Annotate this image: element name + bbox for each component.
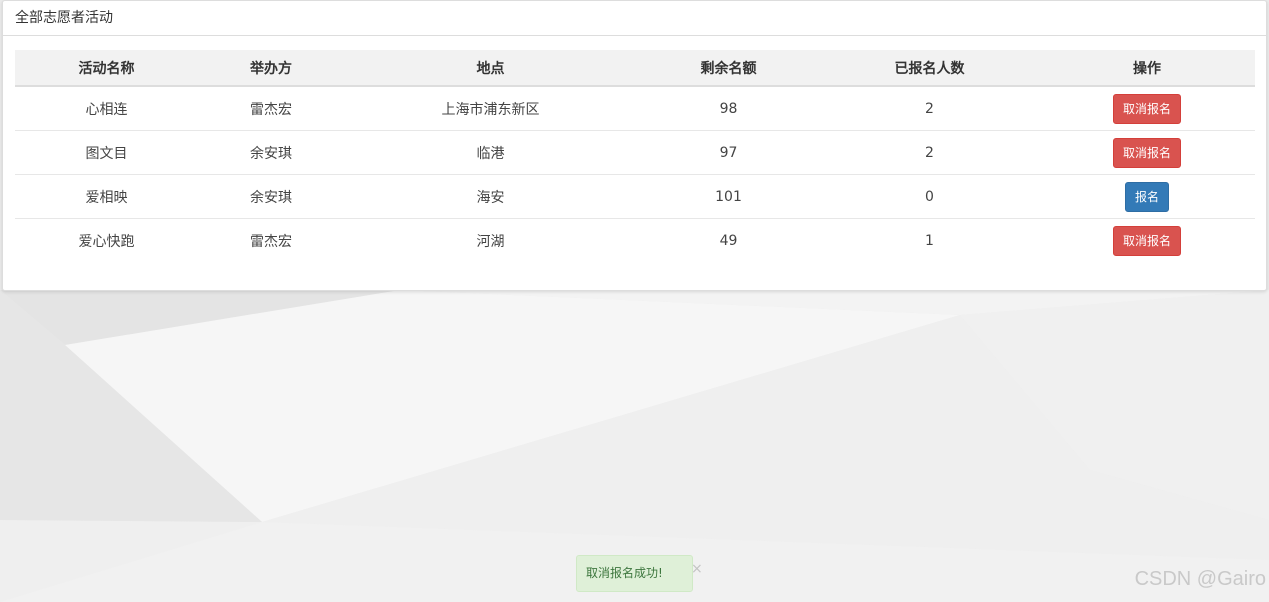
cell-enrolled: 2 xyxy=(820,130,1039,175)
cell-activity-name: 图文目 xyxy=(15,130,198,175)
cell-enrolled: 2 xyxy=(820,86,1039,131)
table-row: 爱相映 余安琪 海安 101 0 报名 xyxy=(15,174,1255,219)
watermark: CSDN @Gairo xyxy=(1134,568,1266,590)
cell-action: 取消报名 xyxy=(1039,219,1255,263)
activities-table: 活动名称 举办方 地点 剩余名额 已报名人数 操作 心相连 雷杰宏 上海市浦东新… xyxy=(15,50,1255,262)
cell-organizer: 余安琪 xyxy=(198,174,344,219)
cell-enrolled: 1 xyxy=(925,232,934,249)
header-activity-name: 活动名称 xyxy=(15,50,198,87)
cell-remaining: 49 xyxy=(719,232,738,249)
cell-location: 海安 xyxy=(344,174,637,219)
cell-enrolled: 0 xyxy=(820,174,1039,219)
table-row: 心相连 雷杰宏 上海市浦东新区 98 2 取消报名 xyxy=(15,86,1255,131)
panel-body: 活动名称 举办方 地点 剩余名额 已报名人数 操作 心相连 雷杰宏 上海市浦东新… xyxy=(3,36,1266,262)
cell-organizer: 余安琪 xyxy=(198,130,344,175)
header-enrolled: 已报名人数 xyxy=(820,50,1039,87)
cell-remaining: 101 xyxy=(637,174,820,219)
cancel-signup-button[interactable]: 取消报名 xyxy=(1112,225,1181,256)
header-action: 操作 xyxy=(1039,50,1255,87)
panel-title: 全部志愿者活动 xyxy=(3,1,1266,36)
header-organizer: 举办方 xyxy=(198,50,344,87)
cell-remaining: 98 xyxy=(637,86,820,131)
cell-organizer: 雷杰宏 xyxy=(250,233,292,250)
table-row: 爱心快跑 雷杰宏 河湖 49 1 取消报名 xyxy=(15,219,1255,263)
cell-activity-name: 爱相映 xyxy=(15,174,198,219)
cell-activity-name: 爱心快跑 xyxy=(78,233,135,250)
cell-action: 取消报名 xyxy=(1039,130,1255,175)
table-row: 图文目 余安琪 临港 97 2 取消报名 xyxy=(15,130,1255,175)
success-toast: 取消报名成功! xyxy=(576,555,693,592)
cancel-signup-button[interactable]: 取消报名 xyxy=(1112,137,1181,168)
cell-remaining: 97 xyxy=(637,130,820,175)
cancel-signup-button[interactable]: 取消报名 xyxy=(1112,93,1181,124)
cell-activity-name: 心相连 xyxy=(15,86,198,131)
header-location: 地点 xyxy=(344,50,637,87)
cell-location: 临港 xyxy=(344,130,637,175)
cell-location: 上海市浦东新区 xyxy=(344,86,637,131)
cell-organizer: 雷杰宏 xyxy=(198,86,344,131)
header-remaining: 剩余名额 xyxy=(637,50,820,87)
signup-button[interactable]: 报名 xyxy=(1124,181,1169,212)
table-header-row: 活动名称 举办方 地点 剩余名额 已报名人数 操作 xyxy=(15,50,1255,87)
cell-location: 河湖 xyxy=(476,233,505,250)
volunteer-activities-panel: 全部志愿者活动 活动名称 举办方 地点 剩余名额 已报名人数 操作 心相连 雷杰… xyxy=(2,0,1267,291)
close-icon[interactable]: × xyxy=(691,561,703,577)
cell-action: 取消报名 xyxy=(1039,86,1255,131)
cell-action: 报名 xyxy=(1039,174,1255,219)
